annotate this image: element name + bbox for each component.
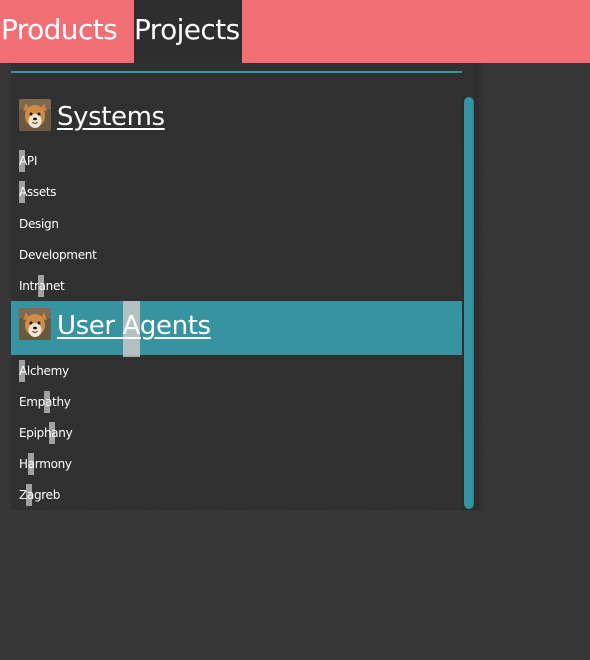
list-item-label: API xyxy=(19,154,38,168)
list-item-label: Zagreb xyxy=(19,488,61,502)
list-item-epiphany[interactable]: Epiphany xyxy=(19,422,73,444)
list-item-label: Empathy xyxy=(19,395,71,409)
list-item-label: Alchemy xyxy=(19,364,69,378)
list-item-empathy[interactable]: Empathy xyxy=(19,391,71,413)
tab-projects[interactable]: Projects xyxy=(134,0,242,63)
list-item-design[interactable]: Design xyxy=(19,213,59,235)
list-item-api[interactable]: API xyxy=(19,150,37,172)
panel-divider xyxy=(11,71,462,73)
panel-shadow xyxy=(474,63,485,510)
list-item-label: Assets xyxy=(19,185,57,199)
list-item-label: Development xyxy=(19,248,97,262)
projects-panel: Systems API Assets Design Development In… xyxy=(11,63,474,510)
group-header-user-agents[interactable]: User Agents xyxy=(11,301,462,357)
list-item-assets[interactable]: Assets xyxy=(19,181,57,203)
shiba-dog-avatar-icon xyxy=(19,308,51,340)
list-item-development[interactable]: Development xyxy=(19,244,97,266)
scrollbar-track[interactable] xyxy=(463,97,474,510)
tab-products[interactable]: Products xyxy=(0,0,134,63)
group-header-systems[interactable]: Systems xyxy=(11,95,462,149)
list-item-label: Epiphany xyxy=(19,426,73,440)
list-item-label: Intranet xyxy=(19,279,65,293)
top-nav: Products Projects xyxy=(0,0,590,63)
list-item-alchemy[interactable]: Alchemy xyxy=(19,360,69,382)
scrollbar-thumb[interactable] xyxy=(464,97,474,509)
shiba-dog-avatar-icon xyxy=(19,99,51,131)
list-item-label: Design xyxy=(19,217,59,231)
list-item-intranet[interactable]: Intranet xyxy=(19,275,65,297)
list-item-zagreb[interactable]: Zagreb xyxy=(19,484,60,506)
group-title-systems[interactable]: Systems xyxy=(57,102,165,132)
tab-products-label: Products xyxy=(1,13,118,46)
tab-projects-label: Projects xyxy=(134,13,240,46)
list-item-harmony[interactable]: Harmony xyxy=(19,453,72,475)
group-title-user-agents[interactable]: User Agents xyxy=(57,311,211,341)
list-item-label: Harmony xyxy=(19,457,72,471)
